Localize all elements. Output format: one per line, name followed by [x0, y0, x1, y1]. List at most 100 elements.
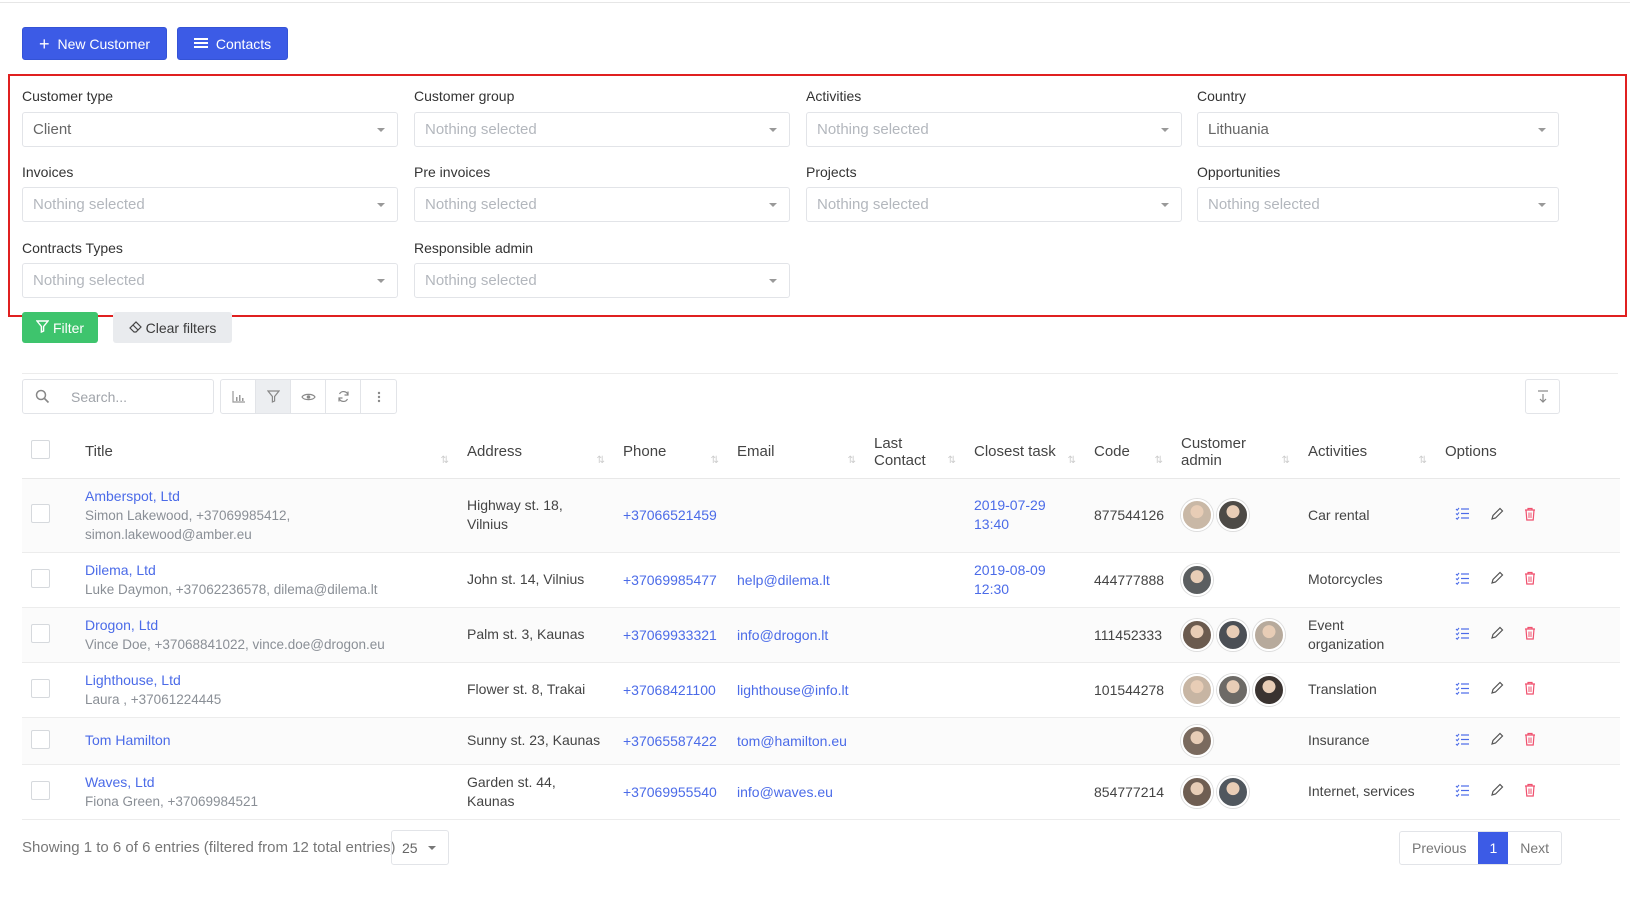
delete-icon[interactable] — [1524, 507, 1536, 524]
customer-group-select[interactable]: Nothing selected — [414, 112, 790, 147]
task-link[interactable]: 13:40 — [974, 515, 1078, 534]
phone-link[interactable]: +37069955540 — [623, 784, 717, 800]
avatar[interactable] — [1181, 673, 1213, 706]
email-link[interactable]: help@dilema.lt — [737, 572, 830, 588]
avatar[interactable] — [1217, 775, 1249, 808]
activities-select[interactable]: Nothing selected — [806, 112, 1182, 147]
col-title[interactable]: Title ⇅ — [77, 426, 459, 479]
filter-toggle-icon[interactable] — [256, 380, 291, 413]
eye-icon[interactable] — [291, 380, 326, 413]
page-length-select[interactable]: 25 — [391, 830, 449, 865]
customer-admins — [1181, 673, 1292, 706]
avatar[interactable] — [1217, 618, 1249, 651]
pre-invoices-select[interactable]: Nothing selected — [414, 187, 790, 222]
top-divider — [0, 2, 1630, 3]
tasks-icon[interactable] — [1455, 507, 1470, 523]
col-address[interactable]: Address ⇅ — [459, 426, 615, 479]
edit-icon[interactable] — [1490, 681, 1504, 698]
previous-button[interactable]: Previous — [1400, 832, 1478, 864]
refresh-icon[interactable] — [326, 380, 361, 413]
phone-link[interactable]: +37065587422 — [623, 733, 717, 749]
col-customer-admin[interactable]: Customer admin ⇅ — [1173, 426, 1300, 479]
col-phone[interactable]: Phone ⇅ — [615, 426, 729, 479]
customer-title-link[interactable]: Dilema, Ltd — [85, 561, 451, 580]
email-link[interactable]: tom@hamilton.eu — [737, 733, 847, 749]
col-closest-task[interactable]: Closest task ⇅ — [966, 426, 1086, 479]
edit-icon[interactable] — [1490, 571, 1504, 588]
tasks-icon[interactable] — [1455, 682, 1470, 698]
col-code[interactable]: Code ⇅ — [1086, 426, 1173, 479]
customer-title-link[interactable]: Amberspot, Ltd — [85, 487, 451, 506]
row-checkbox[interactable] — [31, 780, 50, 800]
email-link[interactable]: info@drogon.lt — [737, 627, 828, 643]
avatar[interactable] — [1253, 618, 1285, 651]
task-link[interactable]: 2019-07-29 — [974, 496, 1078, 515]
avatar[interactable] — [1253, 673, 1285, 706]
edit-icon[interactable] — [1490, 783, 1504, 800]
responsible-admin-select[interactable]: Nothing selected — [414, 263, 790, 298]
phone-link[interactable]: +37069933321 — [623, 627, 717, 643]
contacts-button[interactable]: Contacts — [177, 27, 288, 60]
next-button[interactable]: Next — [1508, 832, 1561, 864]
page-1-button[interactable]: 1 — [1478, 832, 1509, 864]
delete-icon[interactable] — [1524, 681, 1536, 698]
delete-icon[interactable] — [1524, 783, 1536, 800]
customer-type-select[interactable]: Client — [22, 112, 398, 147]
table-row: Amberspot, Ltd Simon Lakewood, +370699854… — [22, 478, 1620, 553]
row-checkbox[interactable] — [31, 729, 50, 749]
row-checkbox[interactable] — [31, 568, 50, 588]
task-link[interactable]: 12:30 — [974, 580, 1078, 599]
customer-title-link[interactable]: Drogon, Ltd — [85, 616, 451, 635]
tasks-icon[interactable] — [1455, 572, 1470, 588]
customer-title-link[interactable]: Waves, Ltd — [85, 773, 451, 792]
projects-label: Projects — [806, 164, 857, 180]
delete-icon[interactable] — [1524, 732, 1536, 749]
avatar[interactable] — [1181, 618, 1213, 651]
tasks-icon[interactable] — [1455, 733, 1470, 749]
invoices-select[interactable]: Nothing selected — [22, 187, 398, 222]
country-select[interactable]: Lithuania — [1197, 112, 1559, 147]
customer-title-link[interactable]: Lighthouse, Ltd — [85, 671, 451, 690]
tasks-icon[interactable] — [1455, 784, 1470, 800]
delete-icon[interactable] — [1524, 626, 1536, 643]
edit-icon[interactable] — [1490, 507, 1504, 524]
email-link[interactable]: info@waves.eu — [737, 784, 833, 800]
delete-icon[interactable] — [1524, 571, 1536, 588]
contracts-types-select[interactable]: Nothing selected — [22, 263, 398, 298]
more-vertical-icon[interactable] — [361, 380, 396, 413]
select-all-checkbox[interactable] — [31, 440, 50, 460]
chart-icon[interactable] — [221, 380, 256, 413]
row-checkbox[interactable] — [31, 623, 50, 643]
task-link[interactable]: 2019-08-09 — [974, 561, 1078, 580]
clear-filters-button[interactable]: Clear filters — [113, 312, 232, 343]
address: Palm st. 3, Kaunas — [467, 626, 585, 642]
activities: Motorcycles — [1308, 571, 1383, 587]
plus-icon: + — [38, 33, 50, 54]
projects-select[interactable]: Nothing selected — [806, 187, 1182, 222]
phone-link[interactable]: +37069985477 — [623, 572, 717, 588]
opportunities-select[interactable]: Nothing selected — [1197, 187, 1559, 222]
avatar[interactable] — [1181, 563, 1213, 596]
tasks-icon[interactable] — [1455, 627, 1470, 643]
col-last-contact[interactable]: Last Contact ⇅ — [866, 426, 966, 479]
avatar[interactable] — [1181, 499, 1213, 531]
avatar[interactable] — [1181, 724, 1213, 757]
row-checkbox[interactable] — [31, 678, 50, 698]
phone-link[interactable]: +37068421100 — [623, 682, 716, 698]
phone-link[interactable]: +37066521459 — [623, 507, 717, 523]
email-link[interactable]: lighthouse@info.lt — [737, 682, 849, 698]
avatar[interactable] — [1217, 499, 1249, 531]
edit-icon[interactable] — [1490, 732, 1504, 749]
customer-title-link[interactable]: Tom Hamilton — [85, 731, 451, 750]
row-checkbox[interactable] — [31, 504, 50, 523]
col-email[interactable]: Email ⇅ — [729, 426, 866, 479]
sort-icon: ⇅ — [947, 454, 956, 466]
edit-icon[interactable] — [1490, 626, 1504, 643]
avatar[interactable] — [1181, 775, 1213, 808]
search-input[interactable] — [61, 379, 214, 414]
col-activities[interactable]: Activities ⇅ — [1300, 426, 1437, 479]
filter-button[interactable]: Filter — [22, 312, 98, 343]
new-customer-button[interactable]: + New Customer — [22, 27, 167, 60]
avatar[interactable] — [1217, 673, 1249, 706]
export-icon[interactable] — [1525, 379, 1560, 414]
